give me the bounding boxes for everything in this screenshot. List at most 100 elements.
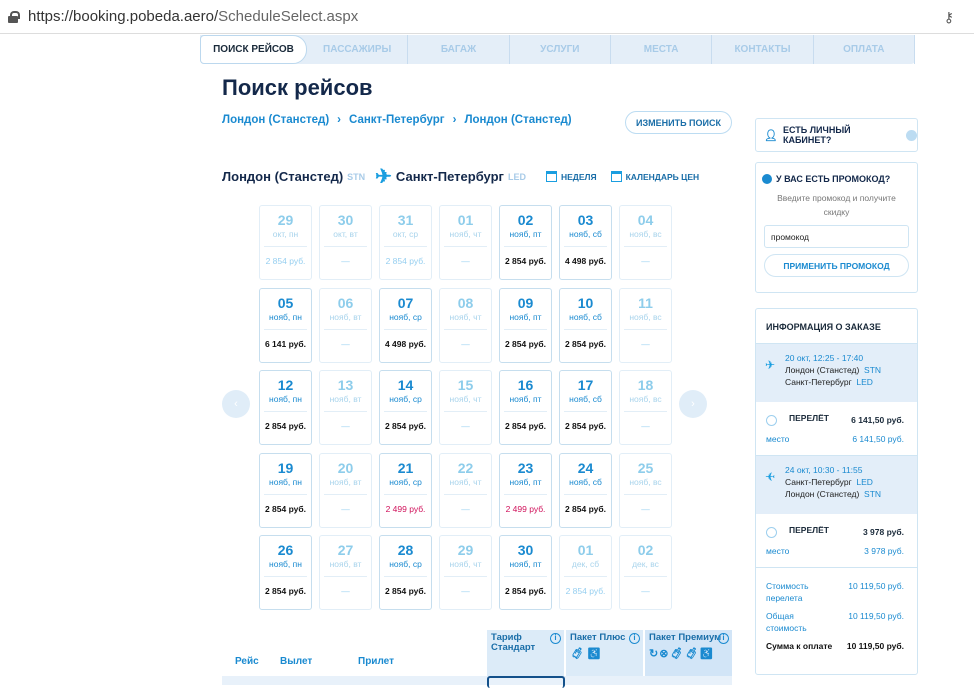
calendar-day[interactable]: 28 нояб, ср 2 854 руб. [379,535,432,610]
month-weekday: нояб, чт [449,559,482,569]
calendar-day[interactable]: 05 нояб, пн 6 141 руб. [259,287,312,363]
step-3[interactable]: УСЛУГИ [510,35,611,64]
key-icon[interactable]: ⚷ [944,9,954,26]
origin-code: STN [347,171,366,182]
promo-input[interactable]: промокод [764,225,909,248]
url-text[interactable]: https://booking.pobeda.aero/ScheduleSele… [28,8,358,25]
total-label: Стоимость перелета [766,581,809,603]
next-arrow-button[interactable]: › [679,390,707,418]
day-number: 24 [577,459,594,476]
booking-steps: ПОИСК РЕЙСОВ ПАССАЖИРЫ БАГАЖ УСЛУГИ МЕСТА КОН… [200,35,915,64]
month-weekday: нояб, пт [509,476,542,487]
day-number: 27 [337,542,354,558]
day-price: 2 854 руб. [264,503,307,514]
calendar-day[interactable]: 14 нояб, ср 2 854 руб. [379,370,432,445]
browser-address-bar[interactable]: https://booking.pobeda.aero/ScheduleSele… [0,0,974,34]
day-number: 30 [517,542,534,558]
seat-price: 6 141,50 руб. [852,434,904,444]
flight-price: 3 978 руб. [862,527,904,537]
calendar-day: 30 окт, вт — [319,205,372,280]
calendar-day[interactable]: 21 нояб, ср 2 499 руб. [379,452,432,528]
step-5[interactable]: КОНТАКТЫ [712,35,814,64]
selected-fare-cell[interactable] [487,676,565,688]
calendar-day: 25 нояб, вс — [619,452,672,528]
month-weekday: нояб, вт [329,394,362,404]
day-price: 2 854 руб. [565,586,606,596]
calendar-day[interactable]: 09 нояб, пт 2 854 руб. [499,287,552,363]
promo-panel: У ВАС ЕСТЬ ПРОМОКОД? Введите промокод и … [755,162,918,293]
day-price: — [341,256,350,266]
info-icon[interactable]: i [718,633,729,644]
day-price: — [641,421,650,431]
month-weekday: нояб, пт [509,394,542,404]
breadcrumb-item[interactable]: Санкт-Петербург [349,114,445,126]
day-price: 4 498 руб. [384,338,427,349]
calendar-day[interactable]: 10 нояб, сб 2 854 руб. [559,287,612,363]
day-number: 14 [397,377,414,393]
promo-title: У ВАС ЕСТЬ ПРОМОКОД? [776,174,891,184]
flight-label: ПЕРЕЛЁТ [789,525,829,535]
day-number: 12 [277,377,294,393]
divider [384,493,427,495]
calendar-day[interactable]: 17 нояб, сб 2 854 руб. [559,370,612,445]
divider [624,576,667,577]
lock-icon [8,10,20,23]
week-view-link[interactable]: НЕДЕЛЯ [545,171,597,182]
calendar-day[interactable]: 07 нояб, ср 4 498 руб. [379,287,432,363]
account-toggle[interactable]: 👤︎ ЕСТЬ ЛИЧНЫЙ КАБИНЕТ? [755,118,918,152]
price-calendar-link[interactable]: КАЛЕНДАРЬ ЦЕН [610,171,699,182]
total-label: Общая стоимость [766,611,807,633]
step-6[interactable]: ОПЛАТА [814,35,915,64]
prev-arrow-button[interactable]: ‹ [222,390,250,418]
flight-row[interactable] [222,676,732,685]
day-price: 2 854 руб. [265,256,306,266]
calendar-day: 27 нояб, вт — [319,535,372,610]
change-search-button[interactable]: ИЗМЕНИТЬ ПОИСК [625,111,732,134]
day-price: — [461,503,470,514]
flight-price-row: ПЕРЕЛЁТ 3 978 руб. место 3 978 руб. [756,514,917,568]
calendar-day[interactable]: 26 нояб, пн 2 854 руб. [259,535,312,610]
chevron-up-icon[interactable] [766,415,777,426]
info-icon[interactable]: i [550,633,561,644]
month-weekday: нояб, вс [629,476,662,487]
order-title: ИНФОРМАЦИЯ О ЗАКАЗЕ [756,309,917,344]
divider [264,493,307,495]
day-number: 16 [517,377,534,393]
breadcrumb-item[interactable]: Лондон (Станстед) [464,114,571,126]
day-number: 05 [277,294,294,311]
divider [264,328,307,330]
day-price: 2 499 руб. [505,503,546,514]
month-weekday: нояб, вт [329,559,362,569]
day-number: 17 [577,377,594,393]
calendar-day[interactable]: 02 нояб, пт 2 854 руб. [499,205,552,280]
apply-promo-button[interactable]: ПРИМЕНИТЬ ПРОМОКОД [764,254,909,277]
day-price: — [641,256,650,266]
calendar-day[interactable]: 24 нояб, сб 2 854 руб. [559,452,612,528]
calendar-day[interactable]: 16 нояб, пт 2 854 руб. [499,370,552,445]
day-number: 04 [637,212,654,228]
calendar-day[interactable]: 23 нояб, пт 2 499 руб. [499,452,552,528]
day-price: 2 854 руб. [384,586,427,596]
month-weekday: нояб, чт [449,311,482,322]
day-number: 13 [337,377,354,393]
step-2[interactable]: БАГАЖ [408,35,510,64]
month-weekday: нояб, пт [509,311,542,322]
calendar-day[interactable]: 30 нояб, пт 2 854 руб. [499,535,552,610]
calendar-day[interactable]: 19 нояб, пн 2 854 руб. [259,452,312,528]
calendar-icon [610,171,622,182]
step-1[interactable]: ПАССАЖИРЫ [307,35,409,64]
month-weekday: дек, сб [571,559,600,569]
info-icon[interactable]: i [629,633,640,644]
calendar-day[interactable]: 12 нояб, пн 2 854 руб. [259,370,312,445]
divider [564,576,607,577]
segment-outbound: ✈ 20 окт, 12:25 - 17:40 Лондон (Станстед… [756,344,917,402]
divider [444,246,487,247]
chevron-up-icon[interactable] [766,527,777,538]
step-0[interactable]: ПОИСК РЕЙСОВ [200,35,307,64]
calendar-day[interactable]: 03 нояб, сб 4 498 руб. [559,205,612,280]
breadcrumb-item[interactable]: Лондон (Станстед) [222,114,329,126]
chevron-down-icon[interactable] [906,129,917,141]
calendar-day: 29 нояб, чт — [439,535,492,610]
day-price: — [341,421,350,431]
step-4[interactable]: МЕСТА [611,35,713,64]
